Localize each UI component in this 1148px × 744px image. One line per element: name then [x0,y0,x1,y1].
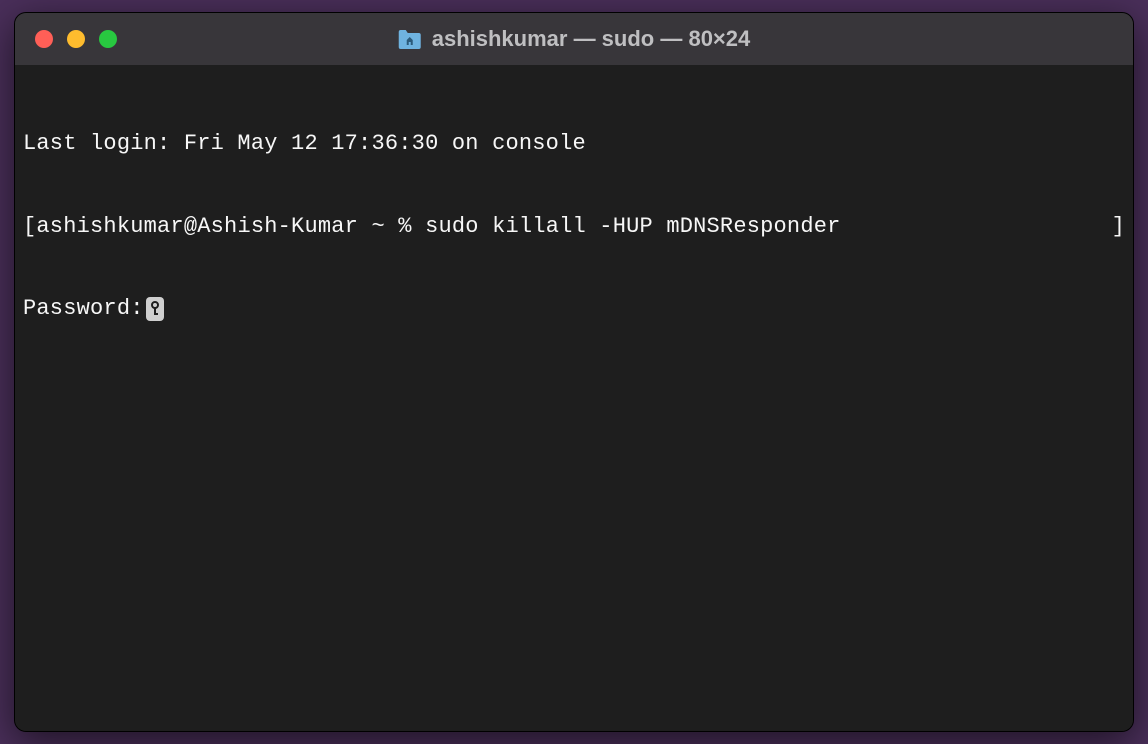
window-title: ashishkumar — sudo — 80×24 [398,26,751,52]
prompt-user-host: ashishkumar@Ashish-Kumar ~ % [36,214,425,239]
last-login-line: Last login: Fri May 12 17:36:30 on conso… [23,130,1125,158]
password-line: Password: [23,295,1125,323]
bracket-open: [ [23,214,36,239]
terminal-body[interactable]: Last login: Fri May 12 17:36:30 on conso… [15,65,1133,731]
key-icon [146,297,164,321]
bracket-close: ] [1112,213,1125,241]
close-button[interactable] [35,30,53,48]
command-text: sudo killall -HUP mDNSResponder [425,214,840,239]
window-title-text: ashishkumar — sudo — 80×24 [432,26,751,52]
titlebar[interactable]: ashishkumar — sudo — 80×24 [15,13,1133,65]
prompt-left: [ashishkumar@Ashish-Kumar ~ % sudo killa… [23,213,841,241]
terminal-window: ashishkumar — sudo — 80×24 Last login: F… [14,12,1134,732]
window-controls [15,30,117,48]
password-label: Password: [23,295,144,323]
prompt-line: [ashishkumar@Ashish-Kumar ~ % sudo killa… [23,213,1125,241]
minimize-button[interactable] [67,30,85,48]
zoom-button[interactable] [99,30,117,48]
folder-home-icon [398,29,422,49]
